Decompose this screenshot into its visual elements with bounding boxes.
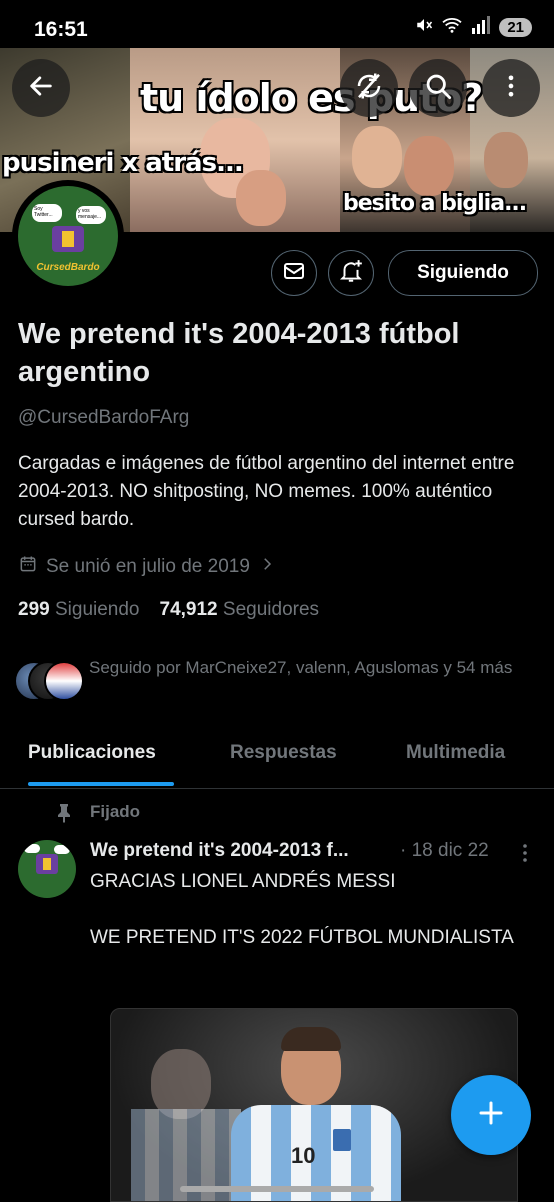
followers-count: 74,912: [159, 599, 218, 620]
bell-plus-icon: [338, 258, 364, 289]
media-jersey-crest: [333, 1129, 351, 1151]
banner-caption-right: besito a biglia...: [343, 191, 527, 216]
media-jersey-number: 10: [291, 1143, 316, 1168]
wifi-icon: [441, 16, 463, 39]
status-bar: 16:51 21: [0, 0, 554, 48]
more-vertical-icon: [516, 844, 534, 867]
post-text: GRACIAS LIONEL ANDRÉS MESSI WE PRETEND I…: [90, 871, 514, 948]
follow-stats: 299 Siguiendo 74,912 Seguidores: [18, 599, 319, 621]
avatar-speech-bubble: Soy Twitter...: [32, 204, 62, 222]
post-author-avatar[interactable]: [18, 840, 76, 898]
more-vertical-icon: [497, 72, 525, 105]
back-button[interactable]: [12, 59, 70, 117]
tab-posts[interactable]: Publicaciones: [28, 742, 156, 764]
following-count: 299: [18, 599, 50, 620]
status-icons: 21: [415, 16, 532, 39]
followers-stat[interactable]: 74,912 Seguidores: [160, 599, 320, 621]
tab-media[interactable]: Multimedia: [406, 742, 505, 764]
plus-icon: [476, 1098, 506, 1133]
sync-off-button[interactable]: [340, 59, 398, 117]
active-tab-indicator: [28, 782, 174, 786]
battery-indicator: 21: [499, 18, 532, 37]
media-player-hair: [281, 1027, 341, 1051]
pin-icon: [56, 803, 72, 828]
profile-handle: @CursedBardoFArg: [18, 407, 190, 428]
banner-face: [484, 132, 528, 188]
mail-icon: [282, 259, 306, 288]
tab-replies[interactable]: Respuestas: [230, 742, 337, 764]
status-time: 16:51: [34, 18, 88, 41]
pinned-label: Fijado: [90, 802, 141, 821]
banner-face: [352, 126, 402, 188]
profile-avatar[interactable]: Soy Twitter... y vos mensaje... CursedBa…: [12, 180, 124, 292]
sync-off-icon: [354, 71, 384, 106]
home-indicator[interactable]: [180, 1186, 374, 1192]
avatar-speech-bubble: y vos mensaje...: [76, 206, 106, 224]
followers-you-know-avatars[interactable]: [14, 661, 84, 701]
avatar-speech-bubble: [54, 845, 70, 854]
search-button[interactable]: [409, 59, 467, 117]
more-options-button[interactable]: [482, 59, 540, 117]
avatar-emblem-shield: [43, 858, 51, 870]
banner-caption-left: pusineri x atrás...: [2, 148, 244, 178]
joined-date-label: Se unió en julio de 2019: [46, 556, 250, 577]
mute-icon: [415, 16, 433, 39]
followed-by-text[interactable]: Seguido por MarCneixe27, valenn, Aguslom…: [89, 655, 539, 680]
compose-post-button[interactable]: [451, 1075, 531, 1155]
signal-icon: [471, 16, 491, 39]
followers-label: Seguidores: [222, 599, 320, 620]
profile-tabs: Publicaciones Respuestas Multimedia: [0, 730, 554, 789]
profile-name: We pretend it's 2004-2013 fútbol argenti…: [18, 318, 460, 388]
following-label: Siguiendo: [54, 599, 140, 620]
post-more-button[interactable]: [516, 843, 534, 868]
chevron-right-icon: [258, 555, 276, 579]
avatar-emblem-shield: [62, 231, 74, 247]
profile-bio: Cargadas e imágenes de fútbol argentino …: [18, 453, 515, 530]
post-author-name[interactable]: We pretend it's 2004-2013 f...: [90, 840, 349, 862]
message-button[interactable]: [271, 250, 317, 296]
following-button[interactable]: Siguiendo: [388, 250, 538, 296]
notifications-button[interactable]: [328, 250, 374, 296]
post-date[interactable]: · 18 dic 22: [400, 840, 489, 862]
banner-face: [404, 136, 454, 196]
following-stat[interactable]: 299 Siguiendo: [18, 599, 140, 621]
avatar-image: Soy Twitter... y vos mensaje... CursedBa…: [18, 186, 118, 286]
arrow-left-icon: [27, 72, 55, 105]
avatar-speech-bubble: [24, 844, 40, 853]
calendar-icon: [18, 554, 38, 580]
avatar: [44, 661, 84, 701]
search-icon: [424, 72, 452, 105]
joined-date[interactable]: Se unió en julio de 2019: [18, 554, 276, 580]
banner-face: [236, 170, 286, 226]
avatar-brand-text: CursedBardo: [36, 262, 100, 273]
